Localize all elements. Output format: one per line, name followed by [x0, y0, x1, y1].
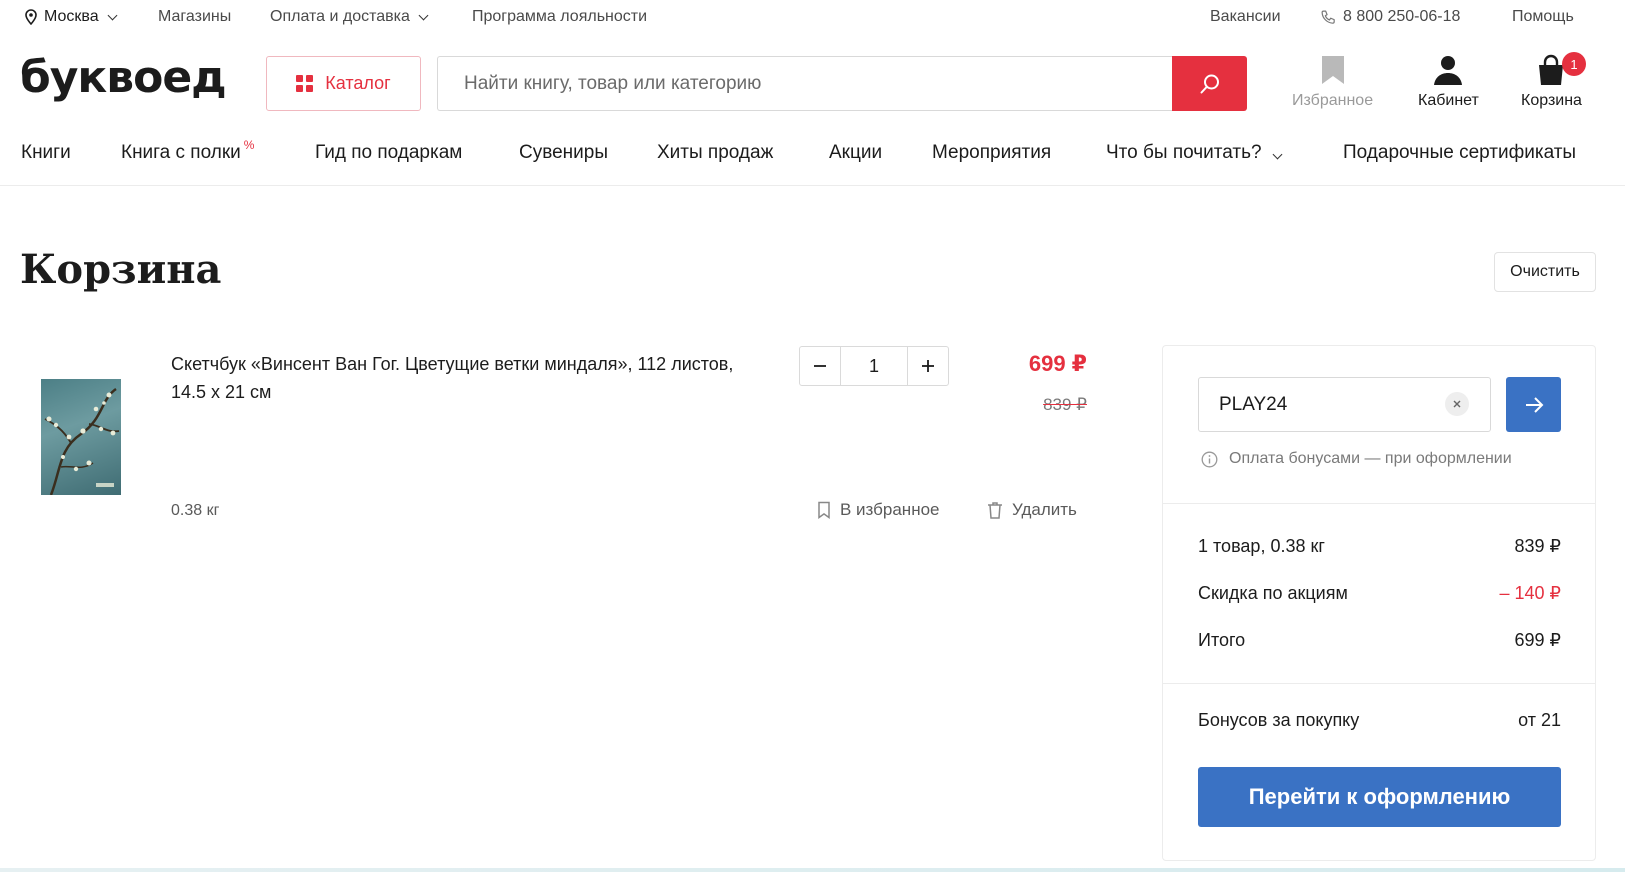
divider [1163, 503, 1595, 504]
jobs-link[interactable]: Вакансии [1210, 8, 1281, 26]
page-footer-edge [0, 868, 1625, 872]
bookmark-icon [1321, 56, 1344, 84]
search-icon [1200, 74, 1219, 93]
phone-link[interactable]: 8 800 250-06-18 [1320, 8, 1460, 26]
help-link[interactable]: Помощь [1512, 8, 1574, 26]
quantity-stepper: 1 [799, 346, 949, 386]
main-nav: Книги Книга с полки% Гид по подаркам Сув… [0, 128, 1625, 186]
chevron-down-icon [1272, 149, 1283, 160]
almond-blossom-artwork [44, 387, 120, 495]
minus-icon [814, 365, 826, 367]
search-input[interactable] [437, 56, 1172, 111]
stores-link[interactable]: Магазины [158, 8, 231, 26]
loyalty-program-link[interactable]: Программа лояльности [472, 8, 647, 26]
delete-label: Удалить [1012, 500, 1077, 519]
bonus-info: Оплата бонусами — при оформлении [1201, 450, 1512, 468]
info-icon [1201, 451, 1218, 467]
summary-bonus-row: Бонусов за покупку от 21 [1198, 710, 1561, 731]
city-name: Москва [44, 8, 99, 25]
items-label: 1 товар, 0.38 кг [1198, 536, 1325, 556]
discount-value: – 140 ₽ [1499, 583, 1562, 603]
city-selector[interactable]: Москва [24, 8, 118, 26]
total-value: 699 ₽ [1514, 630, 1562, 650]
location-pin-icon [25, 9, 37, 25]
nav-events[interactable]: Мероприятия [932, 142, 1051, 164]
old-price: 839 ₽ [1043, 395, 1087, 414]
chevron-down-icon [418, 10, 429, 20]
nav-gift-certificates[interactable]: Подарочные сертификаты [1343, 142, 1576, 164]
nav-bestsellers[interactable]: Хиты продаж [657, 142, 773, 164]
decrease-quantity-button[interactable] [800, 347, 840, 385]
nav-book-shelf-label: Книга с полки [121, 142, 241, 163]
product-weight: 0.38 кг [171, 502, 220, 519]
nav-what-to-read[interactable]: Что бы почитать? [1106, 142, 1283, 164]
catalog-label: Каталог [325, 73, 391, 93]
discount-badge: % [243, 138, 255, 152]
nav-what-to-read-label: Что бы почитать? [1106, 142, 1262, 163]
product-title[interactable]: Скетчбук «Винсент Ван Гог. Цветущие ветк… [171, 350, 751, 406]
divider [1163, 683, 1595, 684]
add-to-favorites-label: В избранное [840, 500, 940, 519]
product-image[interactable] [41, 379, 121, 495]
checkout-button[interactable]: Перейти к оформлению [1198, 767, 1561, 827]
payment-delivery-label: Оплата и доставка [270, 8, 410, 25]
summary-total-row: Итого 699 ₽ [1198, 630, 1561, 651]
top-bar: Москва Магазины Оплата и доставка Програ… [0, 0, 1625, 36]
trash-icon [988, 502, 1002, 519]
plus-icon [922, 360, 934, 372]
favorites-label: Избранное [1292, 92, 1374, 109]
summary-discount-row: Скидка по акциям – 140 ₽ [1198, 583, 1561, 604]
nav-gift-guide[interactable]: Гид по подаркам [315, 142, 462, 164]
delete-item-button[interactable]: Удалить [987, 500, 1077, 520]
site-logo[interactable]: буквоед [20, 52, 227, 103]
bonus-info-text: Оплата бонусами — при оформлении [1229, 450, 1512, 467]
increase-quantity-button[interactable] [908, 347, 948, 385]
nav-book-shelf[interactable]: Книга с полки% [121, 138, 254, 164]
cart-count-badge: 1 [1561, 52, 1586, 76]
items-value: 839 ₽ [1514, 536, 1562, 556]
cabinet-label: Кабинет [1418, 92, 1479, 109]
total-label: Итого [1198, 630, 1246, 650]
cart-button[interactable]: 1 Корзина [1521, 52, 1586, 110]
discount-label: Скидка по акциям [1198, 583, 1348, 603]
arrow-right-icon [1525, 396, 1543, 413]
quantity-value[interactable]: 1 [840, 347, 908, 385]
payment-delivery-link[interactable]: Оплата и доставка [270, 8, 429, 26]
phone-number: 8 800 250-06-18 [1343, 8, 1461, 25]
chevron-down-icon [107, 10, 118, 20]
cabinet-button[interactable]: Кабинет [1418, 54, 1479, 110]
bonus-value: от 21 [1518, 710, 1561, 730]
clear-promo-button[interactable] [1445, 392, 1469, 416]
nav-promotions[interactable]: Акции [829, 142, 882, 164]
cart-label: Корзина [1521, 92, 1582, 109]
search-button[interactable] [1172, 56, 1247, 111]
bonus-label: Бонусов за покупку [1198, 710, 1360, 730]
user-icon [1434, 56, 1463, 85]
catalog-button[interactable]: Каталог [266, 56, 421, 111]
favorites-button[interactable]: Избранное [1292, 54, 1373, 110]
nav-books[interactable]: Книги [21, 142, 71, 164]
order-summary-panel: Оплата бонусами — при оформлении 1 товар… [1162, 345, 1596, 861]
page-title: Корзина [20, 246, 222, 293]
catalog-grid-icon [296, 75, 314, 92]
summary-items-row: 1 товар, 0.38 кг 839 ₽ [1198, 536, 1561, 557]
current-price: 699 ₽ [1028, 351, 1087, 376]
clear-cart-button[interactable]: Очистить [1494, 252, 1596, 292]
apply-promo-button[interactable] [1506, 377, 1561, 432]
phone-icon [1321, 10, 1335, 24]
nav-souvenirs[interactable]: Сувениры [519, 142, 608, 164]
close-icon [1453, 400, 1461, 408]
add-to-favorites-button[interactable]: В избранное [817, 500, 940, 520]
bookmark-icon [818, 501, 830, 519]
